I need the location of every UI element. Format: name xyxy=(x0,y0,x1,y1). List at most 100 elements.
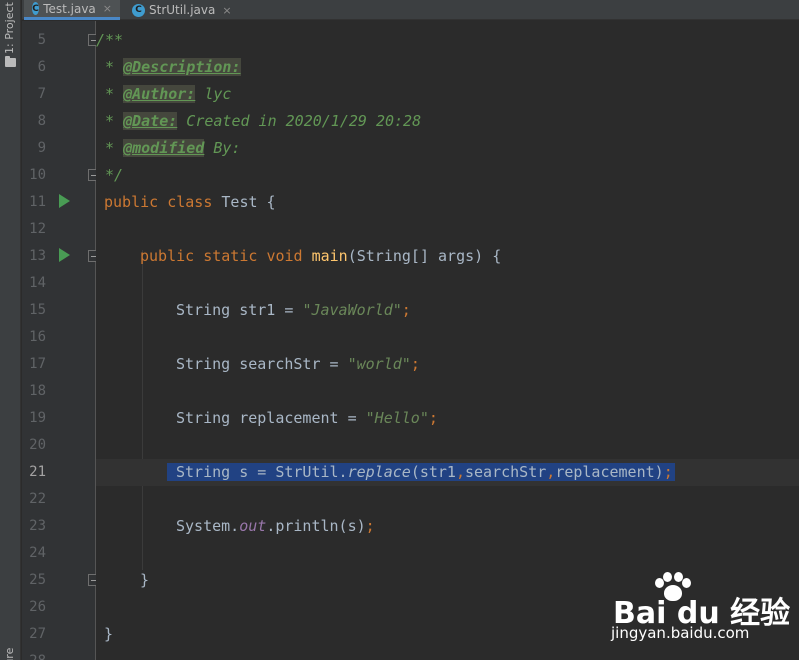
string-literal: "Hello" xyxy=(365,409,429,427)
watermark-url: jingyan.baidu.com xyxy=(611,624,750,642)
comment-text: * xyxy=(96,85,124,103)
code-line-10: */ xyxy=(96,162,799,189)
comment-text: Created in 2020/1/29 20:28 xyxy=(177,112,422,130)
code-text: System. xyxy=(176,517,240,535)
folder-icon[interactable] xyxy=(5,56,16,67)
line-number: 13 xyxy=(29,248,46,264)
static-field: out xyxy=(239,517,267,535)
semicolon: ; xyxy=(410,355,420,373)
line-number: 18 xyxy=(29,383,46,399)
line-number: 17 xyxy=(29,356,46,372)
comment-text: * xyxy=(96,58,124,76)
keyword: class xyxy=(167,193,213,211)
semicolon: ; xyxy=(365,517,375,535)
string-literal: "world" xyxy=(347,355,411,373)
tab-test-java[interactable]: C Test.java × xyxy=(24,0,120,20)
line-number-current: 21 xyxy=(29,464,46,480)
line-number: 24 xyxy=(29,545,46,561)
semicolon: ; xyxy=(428,409,438,427)
run-class-icon[interactable] xyxy=(59,194,70,208)
keyword: void xyxy=(266,247,303,265)
line-number: 28 xyxy=(22,648,46,660)
line-number: 7 xyxy=(37,86,46,102)
javadoc-tag: @Description: xyxy=(123,58,241,76)
line-number: 9 xyxy=(37,140,46,156)
selected-code[interactable]: String s = StrUtil.replace(str1,searchSt… xyxy=(167,463,675,481)
line-number: 16 xyxy=(29,329,46,345)
tool-window-strip: 1: Project ture xyxy=(0,0,21,660)
static-method: replace xyxy=(347,463,411,481)
code-text: String str1 = xyxy=(176,301,303,319)
tab-strutil-java[interactable]: C StrUtil.java × xyxy=(124,0,252,20)
method-name: main xyxy=(311,247,348,265)
javadoc-tag: @Date: xyxy=(123,112,178,130)
baidu-jingyan-watermark: Bai du 经验 jingyan.baidu.com xyxy=(605,572,795,657)
javadoc-tag: @Author: xyxy=(123,85,196,103)
code-editor[interactable]: /** * @Description: * @Author: lyc * @Da… xyxy=(96,21,799,660)
class-icon: C xyxy=(32,2,40,15)
code-text: String searchStr = xyxy=(176,355,348,373)
tab-label: Test.java xyxy=(43,1,96,16)
method-params: (String[] args) { xyxy=(347,247,502,265)
line-number: 27 xyxy=(29,626,46,642)
line-number: 15 xyxy=(29,302,46,318)
class-declaration: Test { xyxy=(212,193,276,211)
comment-text: */ xyxy=(96,166,124,184)
code-line-19: String replacement = "Hello"; xyxy=(96,405,799,432)
line-number: 14 xyxy=(29,275,46,291)
closing-brace: } xyxy=(104,625,114,643)
code-line-11: public class Test { xyxy=(96,189,799,216)
comment-text: By: xyxy=(204,139,241,157)
comment-text: /** xyxy=(96,31,124,49)
line-number: 10 xyxy=(29,167,46,183)
line-number: 6 xyxy=(37,59,46,75)
line-number: 25 xyxy=(29,572,46,588)
tab-label: StrUtil.java xyxy=(149,3,216,17)
close-icon[interactable]: × xyxy=(103,2,112,15)
code-line-6: * @Description: xyxy=(96,54,799,81)
line-number: 12 xyxy=(29,221,46,237)
string-literal: "JavaWorld" xyxy=(302,301,402,319)
editor-tab-bar: C Test.java × C StrUtil.java × xyxy=(22,0,799,20)
comment-text: * xyxy=(96,112,124,130)
keyword: public xyxy=(140,247,195,265)
line-number: 22 xyxy=(29,491,46,507)
closing-brace: } xyxy=(140,571,150,589)
code-line-5: /** xyxy=(96,27,799,54)
comma: , xyxy=(455,463,465,481)
code-line-13: public static void main(String[] args) { xyxy=(96,243,799,270)
structure-tool-tab[interactable]: ture xyxy=(3,630,16,660)
comma: , xyxy=(546,463,556,481)
run-main-icon[interactable] xyxy=(59,248,70,262)
line-number: 26 xyxy=(29,599,46,615)
class-icon: C xyxy=(132,3,145,17)
code-line-23: System.out.println(s); xyxy=(96,513,799,540)
line-number: 23 xyxy=(29,518,46,534)
line-number: 8 xyxy=(37,113,46,129)
line-number: 5 xyxy=(37,32,46,48)
line-number: 11 xyxy=(29,194,46,210)
keyword: public xyxy=(104,193,159,211)
project-tool-tab[interactable]: 1: Project xyxy=(3,2,16,54)
code-line-17: String searchStr = "world"; xyxy=(96,351,799,378)
code-line-9: * @modified By: xyxy=(96,135,799,162)
close-icon[interactable]: × xyxy=(222,4,231,17)
code-text: String s = StrUtil. xyxy=(176,463,348,481)
code-text: replacement) xyxy=(555,463,664,481)
code-line-7: * @Author: lyc xyxy=(96,81,799,108)
code-text: .println(s) xyxy=(266,517,366,535)
code-line-15: String str1 = "JavaWorld"; xyxy=(96,297,799,324)
code-line-21: String s = StrUtil.replace(str1,searchSt… xyxy=(96,459,799,486)
comment-text: lyc xyxy=(195,85,232,103)
editor-gutter[interactable]: 5 6 7 8 9 10 11 12 13 14 15 16 17 18 19 … xyxy=(22,21,123,660)
code-text: String replacement = xyxy=(176,409,366,427)
javadoc-tag: @modified xyxy=(123,139,205,157)
code-line-8: * @Date: Created in 2020/1/29 20:28 xyxy=(96,108,799,135)
keyword: static xyxy=(203,247,258,265)
line-number: 19 xyxy=(29,410,46,426)
code-text: searchStr xyxy=(465,463,547,481)
semicolon: ; xyxy=(401,301,411,319)
comment-text: * xyxy=(96,139,124,157)
line-number: 20 xyxy=(29,437,46,453)
code-text: (str1 xyxy=(410,463,456,481)
